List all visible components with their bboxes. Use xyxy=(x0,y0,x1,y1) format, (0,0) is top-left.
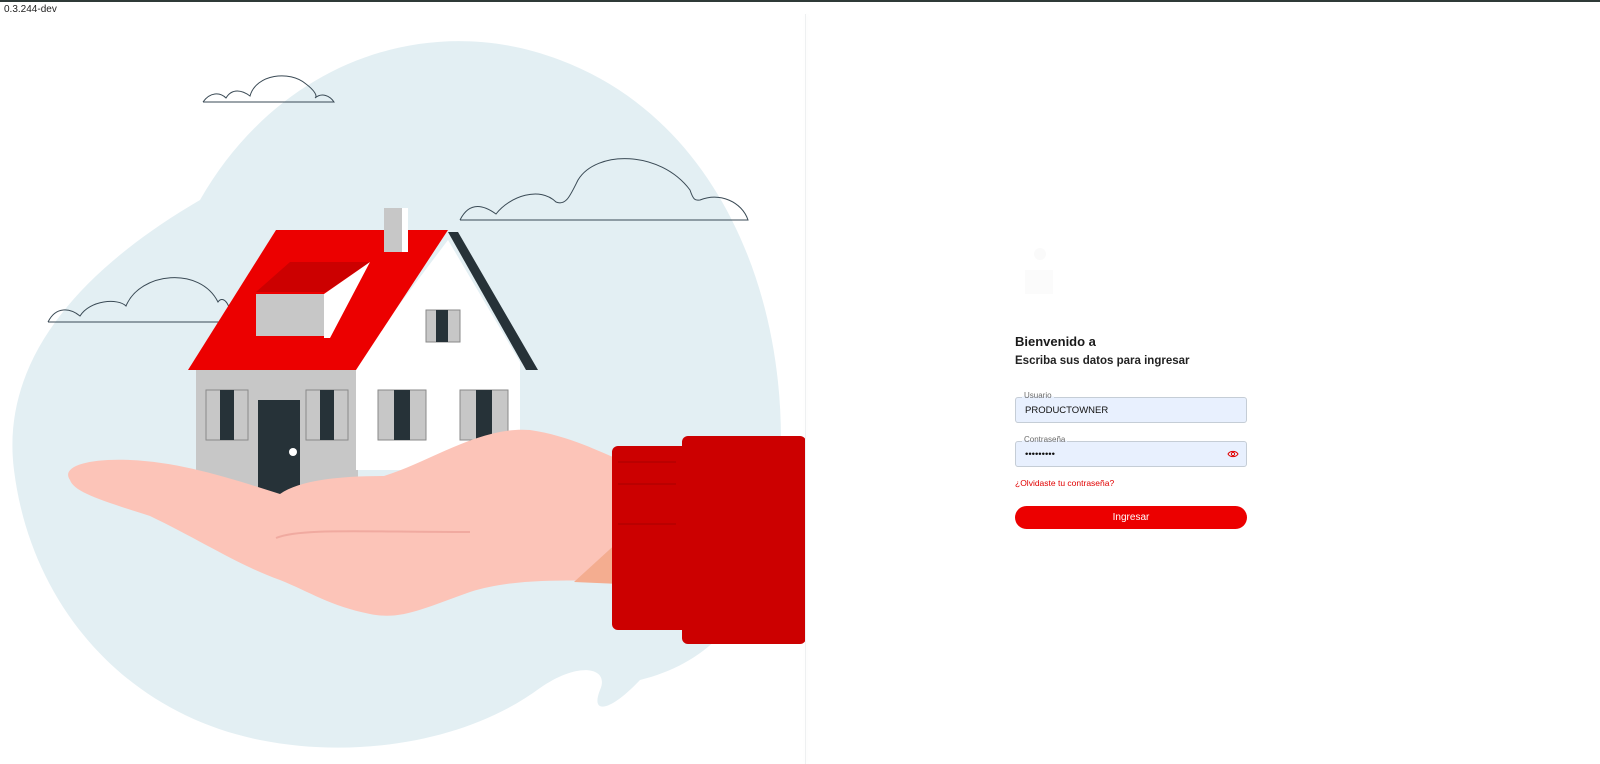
window-center-right xyxy=(377,389,427,441)
window-gable xyxy=(425,309,461,343)
chimney xyxy=(384,208,402,252)
username-field: Usuario xyxy=(1015,391,1247,423)
password-field: Contraseña xyxy=(1015,435,1247,467)
sleeve-cuff xyxy=(612,446,692,630)
login-button[interactable]: Ingresar xyxy=(1015,506,1247,529)
login-subtitle: Escriba sus datos para ingresar xyxy=(1015,355,1190,367)
window-center-left xyxy=(305,389,349,441)
welcome-title: Bienvenido a xyxy=(1015,334,1096,349)
password-input[interactable] xyxy=(1016,442,1246,466)
door-knob xyxy=(289,448,297,456)
window-left xyxy=(205,389,249,441)
house-in-hand-illustration xyxy=(12,41,806,748)
chimney-light xyxy=(402,208,408,252)
eye-icon[interactable] xyxy=(1227,449,1239,459)
forgot-password-link[interactable]: ¿Olvidaste tu contraseña? xyxy=(1015,478,1114,488)
dormer-face xyxy=(256,294,324,336)
brand-logo xyxy=(1025,248,1053,294)
sleeve xyxy=(682,436,806,644)
username-input[interactable] xyxy=(1016,398,1246,422)
panel-divider xyxy=(805,14,806,764)
